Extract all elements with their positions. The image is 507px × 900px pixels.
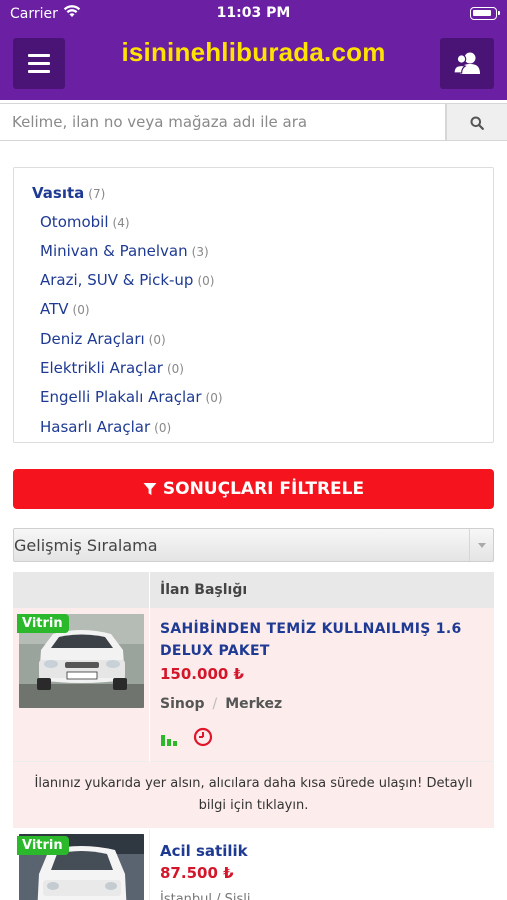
category-item-label: Hasarlı Araçlar bbox=[40, 418, 151, 436]
promo-banner[interactable]: İlanınız yukarıda yer alsın, alıcılara d… bbox=[13, 762, 494, 828]
search-icon bbox=[470, 116, 484, 130]
search-input[interactable] bbox=[0, 103, 446, 141]
listing-city: Sinop bbox=[160, 696, 205, 712]
table-row[interactable]: Vitrin SAHİBİNDEN TEMİZ KULLNAILMIŞ 1.6 … bbox=[13, 608, 494, 762]
column-header-title[interactable]: İlan Başlığı bbox=[160, 582, 247, 598]
chevron-down-icon bbox=[469, 529, 493, 561]
category-item-label: Deniz Araçları bbox=[40, 330, 145, 348]
listing-location: Sinop / Merkez bbox=[160, 696, 283, 712]
category-item-label: Minivan & Panelvan bbox=[40, 242, 188, 260]
promo-text-line: İlanınız yukarıda yer alsın, alıcılara d… bbox=[34, 776, 473, 791]
battery-icon bbox=[470, 7, 500, 20]
listing-icons bbox=[160, 727, 213, 751]
category-item-atv[interactable]: ATV (0) bbox=[40, 300, 90, 318]
stats-icon bbox=[161, 735, 177, 746]
category-item-label: Elektrikli Araçlar bbox=[40, 359, 163, 377]
category-root-label: Vasıta bbox=[32, 184, 85, 202]
vitrin-badge: Vitrin bbox=[17, 614, 69, 633]
listing-title-link[interactable]: SAHİBİNDEN TEMİZ KULLNAILMIŞ 1.6 DELUX P… bbox=[160, 618, 462, 662]
promo-text-line: bilgi için tıklayın. bbox=[198, 798, 309, 813]
listing-location: İstanbul / Şişli bbox=[160, 892, 251, 900]
category-item-label: ATV bbox=[40, 300, 69, 318]
category-item-label: Otomobil bbox=[40, 213, 109, 231]
listing-price: 150.000 ₺ bbox=[160, 665, 244, 683]
category-item-label: Engelli Plakalı Araçlar bbox=[40, 388, 202, 406]
listing-price: 87.500 ₺ bbox=[160, 864, 234, 882]
filter-button-label: SONUÇLARI FİLTRELE bbox=[162, 479, 365, 499]
category-item-count: (0) bbox=[197, 274, 215, 288]
clock-time: 11:03 PM bbox=[216, 5, 291, 21]
status-bar: Carrier 11:03 PM bbox=[0, 0, 507, 28]
category-item-count: (0) bbox=[148, 333, 166, 347]
category-root-vasita[interactable]: Vasıta (7) bbox=[32, 184, 105, 202]
category-item-arazi[interactable]: Arazi, SUV & Pick-up (0) bbox=[40, 271, 214, 289]
category-item-count: (0) bbox=[72, 303, 90, 317]
listing-title-line: DELUX PAKET bbox=[160, 643, 270, 659]
listing-title-link[interactable]: Acil satilik bbox=[160, 842, 248, 860]
filter-results-button[interactable]: SONUÇLARI FİLTRELE bbox=[13, 469, 494, 509]
column-divider bbox=[149, 572, 150, 608]
table-row[interactable]: Vitrin Acil satilik 87.500 ₺ İstanbul / … bbox=[13, 830, 494, 900]
category-panel: Vasıta (7) Otomobil (4) Minivan & Panelvan… bbox=[13, 167, 494, 443]
category-root-count: (7) bbox=[88, 187, 106, 201]
category-item-count: (3) bbox=[191, 245, 209, 259]
category-item-count: (4) bbox=[112, 216, 130, 230]
site-logo[interactable]: isininehliburada.com bbox=[90, 37, 417, 68]
category-item-hasarli[interactable]: Hasarlı Araçlar (0) bbox=[40, 418, 171, 436]
category-item-minivan[interactable]: Minivan & Panelvan (3) bbox=[40, 242, 209, 260]
filter-icon bbox=[143, 483, 157, 495]
hamburger-icon bbox=[28, 54, 50, 57]
listing-title-line: SAHİBİNDEN TEMİZ KULLNAILMIŞ 1.6 bbox=[160, 621, 462, 637]
column-divider bbox=[149, 608, 150, 762]
category-item-count: (0) bbox=[205, 391, 223, 405]
menu-button[interactable] bbox=[13, 38, 65, 89]
clock-icon bbox=[193, 727, 213, 747]
category-item-otomobil[interactable]: Otomobil (4) bbox=[40, 213, 130, 231]
listing-table-header: İlan Başlığı bbox=[13, 572, 494, 608]
category-item-label: Arazi, SUV & Pick-up bbox=[40, 271, 194, 289]
search-bar bbox=[0, 103, 507, 141]
sort-selected-value: Gelişmiş Sıralama bbox=[14, 536, 158, 555]
users-icon bbox=[453, 52, 480, 74]
category-item-engelli[interactable]: Engelli Plakalı Araçlar (0) bbox=[40, 388, 223, 406]
sort-select[interactable]: Gelişmiş Sıralama bbox=[13, 528, 494, 562]
user-account-button[interactable] bbox=[440, 38, 494, 89]
vitrin-badge: Vitrin bbox=[17, 836, 69, 855]
app-header: isininehliburada.com bbox=[0, 28, 507, 100]
listing-district: Merkez bbox=[225, 696, 283, 712]
column-divider bbox=[149, 830, 150, 900]
category-item-elektrikli[interactable]: Elektrikli Araçlar (0) bbox=[40, 359, 184, 377]
category-item-count: (0) bbox=[166, 362, 184, 376]
search-button[interactable] bbox=[446, 103, 507, 141]
category-item-count: (0) bbox=[154, 421, 172, 435]
category-item-deniz[interactable]: Deniz Araçları (0) bbox=[40, 330, 166, 348]
